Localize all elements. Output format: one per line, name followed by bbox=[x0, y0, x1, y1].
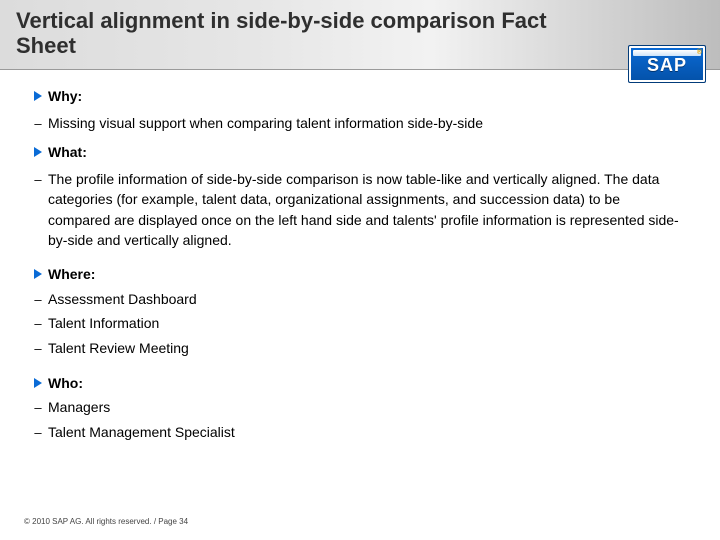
what-item: The profile information of side-by-side … bbox=[28, 169, 686, 250]
logo-gloss bbox=[633, 50, 701, 56]
what-item-text: The profile information of side-by-side … bbox=[48, 169, 686, 250]
who-item: Managers bbox=[28, 397, 686, 418]
where-item: Talent Information bbox=[28, 313, 686, 334]
section-who-header: Who: bbox=[28, 373, 686, 393]
section-why-header: Why: bbox=[28, 86, 686, 106]
where-item-2: Talent Review Meeting bbox=[48, 338, 686, 359]
registered-icon: ® bbox=[697, 49, 702, 56]
arrow-icon bbox=[28, 373, 48, 393]
dash-icon bbox=[28, 338, 48, 359]
where-label: Where: bbox=[48, 264, 686, 284]
arrow-icon bbox=[28, 86, 48, 106]
dash-icon bbox=[28, 313, 48, 334]
section-where-header: Where: bbox=[28, 264, 686, 284]
why-item-text: Missing visual support when comparing ta… bbox=[48, 113, 686, 134]
what-label: What: bbox=[48, 142, 686, 162]
footer-text: © 2010 SAP AG. All rights reserved. / Pa… bbox=[24, 517, 188, 526]
why-item: Missing visual support when comparing ta… bbox=[28, 113, 686, 134]
who-item: Talent Management Specialist bbox=[28, 422, 686, 443]
dash-icon bbox=[28, 422, 48, 443]
sap-logo: SAP ® bbox=[628, 45, 706, 83]
why-label: Why: bbox=[48, 86, 686, 106]
logo-text: SAP bbox=[647, 55, 687, 76]
section-what-header: What: bbox=[28, 142, 686, 162]
where-item-0: Assessment Dashboard bbox=[48, 289, 686, 310]
header-bar: Vertical alignment in side-by-side compa… bbox=[0, 0, 720, 70]
who-label: Who: bbox=[48, 373, 686, 393]
dash-icon bbox=[28, 289, 48, 310]
where-item: Talent Review Meeting bbox=[28, 338, 686, 359]
dash-icon bbox=[28, 169, 48, 250]
dash-icon bbox=[28, 397, 48, 418]
dash-icon bbox=[28, 113, 48, 134]
who-item-1: Talent Management Specialist bbox=[48, 422, 686, 443]
slide: Vertical alignment in side-by-side compa… bbox=[0, 0, 720, 540]
arrow-icon bbox=[28, 142, 48, 162]
who-item-0: Managers bbox=[48, 397, 686, 418]
page-title: Vertical alignment in side-by-side compa… bbox=[16, 8, 576, 59]
where-item-1: Talent Information bbox=[48, 313, 686, 334]
content: Why: Missing visual support when compari… bbox=[0, 70, 720, 443]
where-item: Assessment Dashboard bbox=[28, 289, 686, 310]
arrow-icon bbox=[28, 264, 48, 284]
